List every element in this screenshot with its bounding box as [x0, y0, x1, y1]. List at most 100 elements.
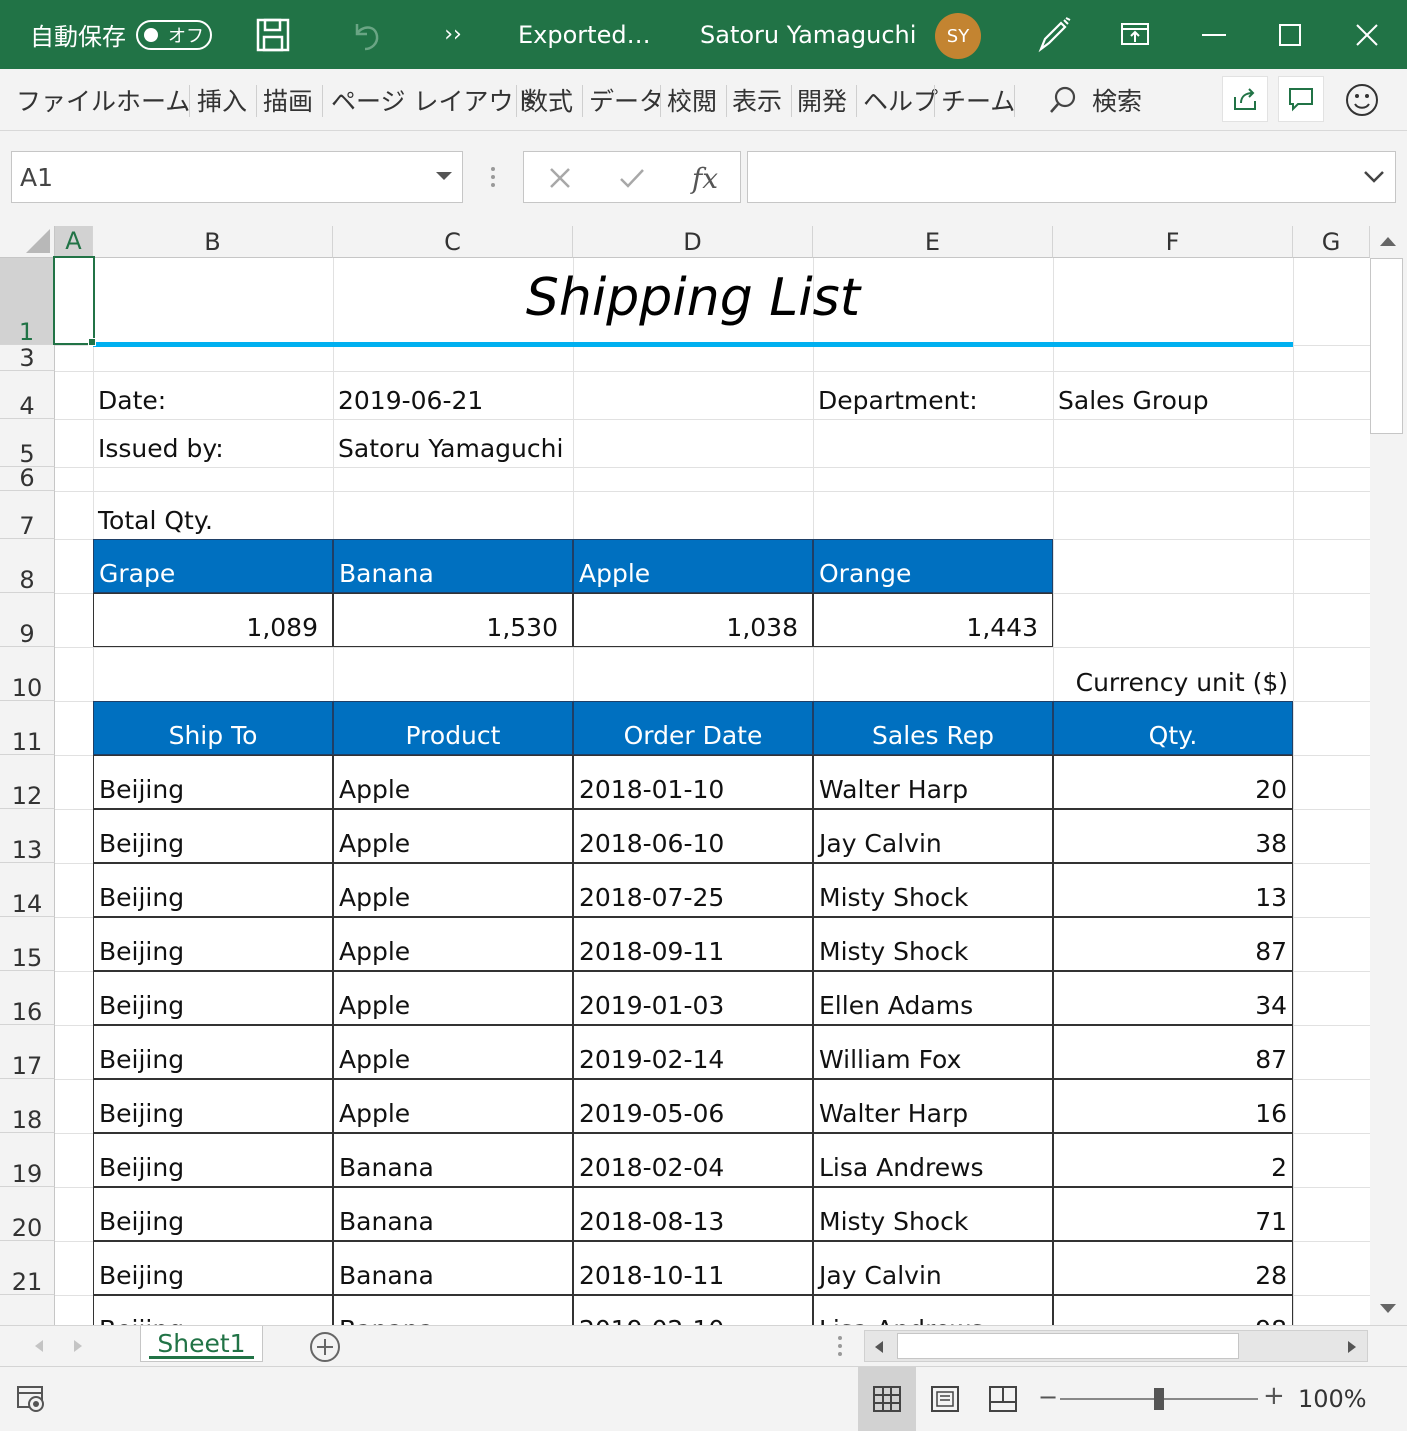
table-cell-qty[interactable]: 38 [1053, 809, 1293, 863]
macro-record-icon[interactable] [16, 1385, 46, 1413]
table-cell-order-date[interactable]: 2018-08-13 [573, 1187, 813, 1241]
row-header-12[interactable]: 12 [0, 755, 55, 809]
tab-developer[interactable]: 開発 [797, 69, 847, 131]
table-cell-ship-to[interactable]: Beijing [93, 1241, 333, 1295]
name-box[interactable]: A1 [11, 151, 463, 203]
zoom-in-button[interactable]: + [1263, 1381, 1285, 1411]
table-cell-product[interactable]: Banana [333, 1187, 573, 1241]
column-header-g[interactable]: G [1293, 226, 1370, 258]
scroll-left-arrow-icon[interactable] [873, 1339, 885, 1355]
row-header-9[interactable]: 9 [0, 593, 55, 647]
user-avatar[interactable]: SY [935, 13, 981, 59]
table-cell-qty[interactable]: 28 [1053, 1241, 1293, 1295]
table-cell-qty[interactable]: 20 [1053, 755, 1293, 809]
row-header-10[interactable]: 10 [0, 647, 55, 701]
currency-note[interactable]: Currency unit ($) [1053, 647, 1293, 701]
table-cell-product[interactable]: Apple [333, 1079, 573, 1133]
zoom-level[interactable]: 100% [1298, 1367, 1367, 1431]
table-cell-product[interactable]: Apple [333, 809, 573, 863]
maximize-icon[interactable] [1260, 0, 1320, 69]
column-header-b[interactable]: B [93, 226, 333, 258]
tab-home[interactable]: ホーム [116, 69, 190, 131]
table-cell-ship-to[interactable]: Beijing [93, 809, 333, 863]
enter-check-icon[interactable] [612, 152, 652, 204]
table-cell-sales-rep[interactable]: Lisa Andrews [813, 1133, 1053, 1187]
summary-header-banana[interactable]: Banana [333, 539, 573, 593]
table-cell-order-date[interactable]: 2018-10-11 [573, 1241, 813, 1295]
column-header-a[interactable]: A [55, 226, 93, 258]
row-header-3[interactable]: 3 [0, 345, 55, 371]
undo-icon[interactable] [336, 0, 396, 69]
issued-by-value[interactable]: Satoru Yamaguchi [333, 419, 573, 467]
scroll-down-arrow-icon[interactable] [1378, 1302, 1398, 1316]
page-break-view-button[interactable] [974, 1367, 1032, 1431]
table-cell-order-date[interactable]: 2018-02-04 [573, 1133, 813, 1187]
date-label[interactable]: Date: [93, 371, 333, 419]
table-cell-sales-rep[interactable]: Misty Shock [813, 917, 1053, 971]
column-header-c[interactable]: C [333, 226, 573, 258]
minimize-icon[interactable] [1184, 0, 1244, 69]
row-header-22[interactable] [0, 1295, 55, 1325]
table-cell-sales-rep[interactable]: William Fox [813, 1025, 1053, 1079]
file-title[interactable]: Exported… [518, 0, 651, 69]
summary-value-grape[interactable]: 1,089 [93, 593, 333, 647]
tab-data[interactable]: データ [589, 69, 664, 131]
table-cell-order-date[interactable]: 2018-06-10 [573, 809, 813, 863]
row-header-17[interactable]: 17 [0, 1025, 55, 1079]
table-cell-product[interactable]: Apple [333, 971, 573, 1025]
table-cell-product[interactable]: Banana [333, 1133, 573, 1187]
row-header-7[interactable]: 7 [0, 491, 55, 539]
sheet-title[interactable]: Shipping List [333, 258, 1053, 338]
tab-split-handle-icon[interactable] [836, 1334, 844, 1358]
close-icon[interactable] [1337, 0, 1397, 69]
autosave-control[interactable]: 自動保存 オフ [30, 0, 212, 69]
table-cell-product[interactable]: Banana [333, 1295, 573, 1325]
tab-draw[interactable]: 描画 [263, 69, 313, 131]
share-button[interactable] [1222, 76, 1268, 122]
table-cell-sales-rep[interactable]: Misty Shock [813, 863, 1053, 917]
table-cell-qty[interactable]: 98 [1053, 1295, 1293, 1325]
table-cell-sales-rep[interactable]: Jay Calvin [813, 1241, 1053, 1295]
tab-help[interactable]: ヘルプ [863, 69, 938, 131]
chevron-down-icon[interactable] [436, 172, 452, 180]
save-icon[interactable] [243, 0, 303, 69]
tab-team[interactable]: チーム [941, 69, 1015, 131]
feedback-smiley-icon[interactable] [1345, 69, 1379, 131]
tab-page-layout[interactable]: ページ レイアウト [331, 69, 538, 131]
row-header-19[interactable]: 19 [0, 1133, 55, 1187]
table-cell-ship-to[interactable]: Beijing [93, 1187, 333, 1241]
tab-insert[interactable]: 挿入 [197, 69, 247, 131]
date-value[interactable]: 2019-06-21 [333, 371, 573, 419]
table-cell-order-date[interactable]: 2019-02-14 [573, 1025, 813, 1079]
horizontal-scroll-thumb[interactable] [897, 1333, 1239, 1359]
summary-value-banana[interactable]: 1,530 [333, 593, 573, 647]
table-header-sales-rep[interactable]: Sales Rep [813, 701, 1053, 755]
table-cell-product[interactable]: Banana [333, 1241, 573, 1295]
page-layout-view-button[interactable] [916, 1367, 974, 1431]
column-header-d[interactable]: D [573, 226, 813, 258]
tab-review[interactable]: 校閲 [667, 69, 717, 131]
row-header-4[interactable]: 4 [0, 371, 55, 419]
insert-function-button[interactable]: fx [682, 152, 728, 204]
department-label[interactable]: Department: [813, 371, 1053, 419]
row-header-8[interactable]: 8 [0, 539, 55, 593]
row-header-21[interactable]: 21 [0, 1241, 55, 1295]
table-cell-ship-to[interactable]: Beijing [93, 917, 333, 971]
worksheet-grid[interactable]: A B C D E F G 1 3 4 5 6 7 8 9 10 11 12 1… [0, 226, 1370, 1325]
column-header-e[interactable]: E [813, 226, 1053, 258]
table-cell-qty[interactable]: 87 [1053, 1025, 1293, 1079]
table-cell-sales-rep[interactable]: Ellen Adams [813, 971, 1053, 1025]
drag-handle-icon[interactable] [487, 165, 499, 189]
column-header-f[interactable]: F [1053, 226, 1293, 258]
table-cell-product[interactable]: Apple [333, 863, 573, 917]
table-cell-sales-rep[interactable]: Lisa Andrews [813, 1295, 1053, 1325]
row-header-13[interactable]: 13 [0, 809, 55, 863]
tab-view[interactable]: 表示 [732, 69, 782, 131]
add-sheet-icon[interactable] [309, 1331, 341, 1363]
table-cell-order-date[interactable]: 2018-07-25 [573, 863, 813, 917]
table-header-order-date[interactable]: Order Date [573, 701, 813, 755]
pen-icon[interactable] [1023, 0, 1083, 69]
table-cell-product[interactable]: Apple [333, 755, 573, 809]
sheet-tab-sheet1[interactable]: Sheet1 [140, 1326, 263, 1362]
table-cell-ship-to[interactable]: Beijing [93, 1025, 333, 1079]
